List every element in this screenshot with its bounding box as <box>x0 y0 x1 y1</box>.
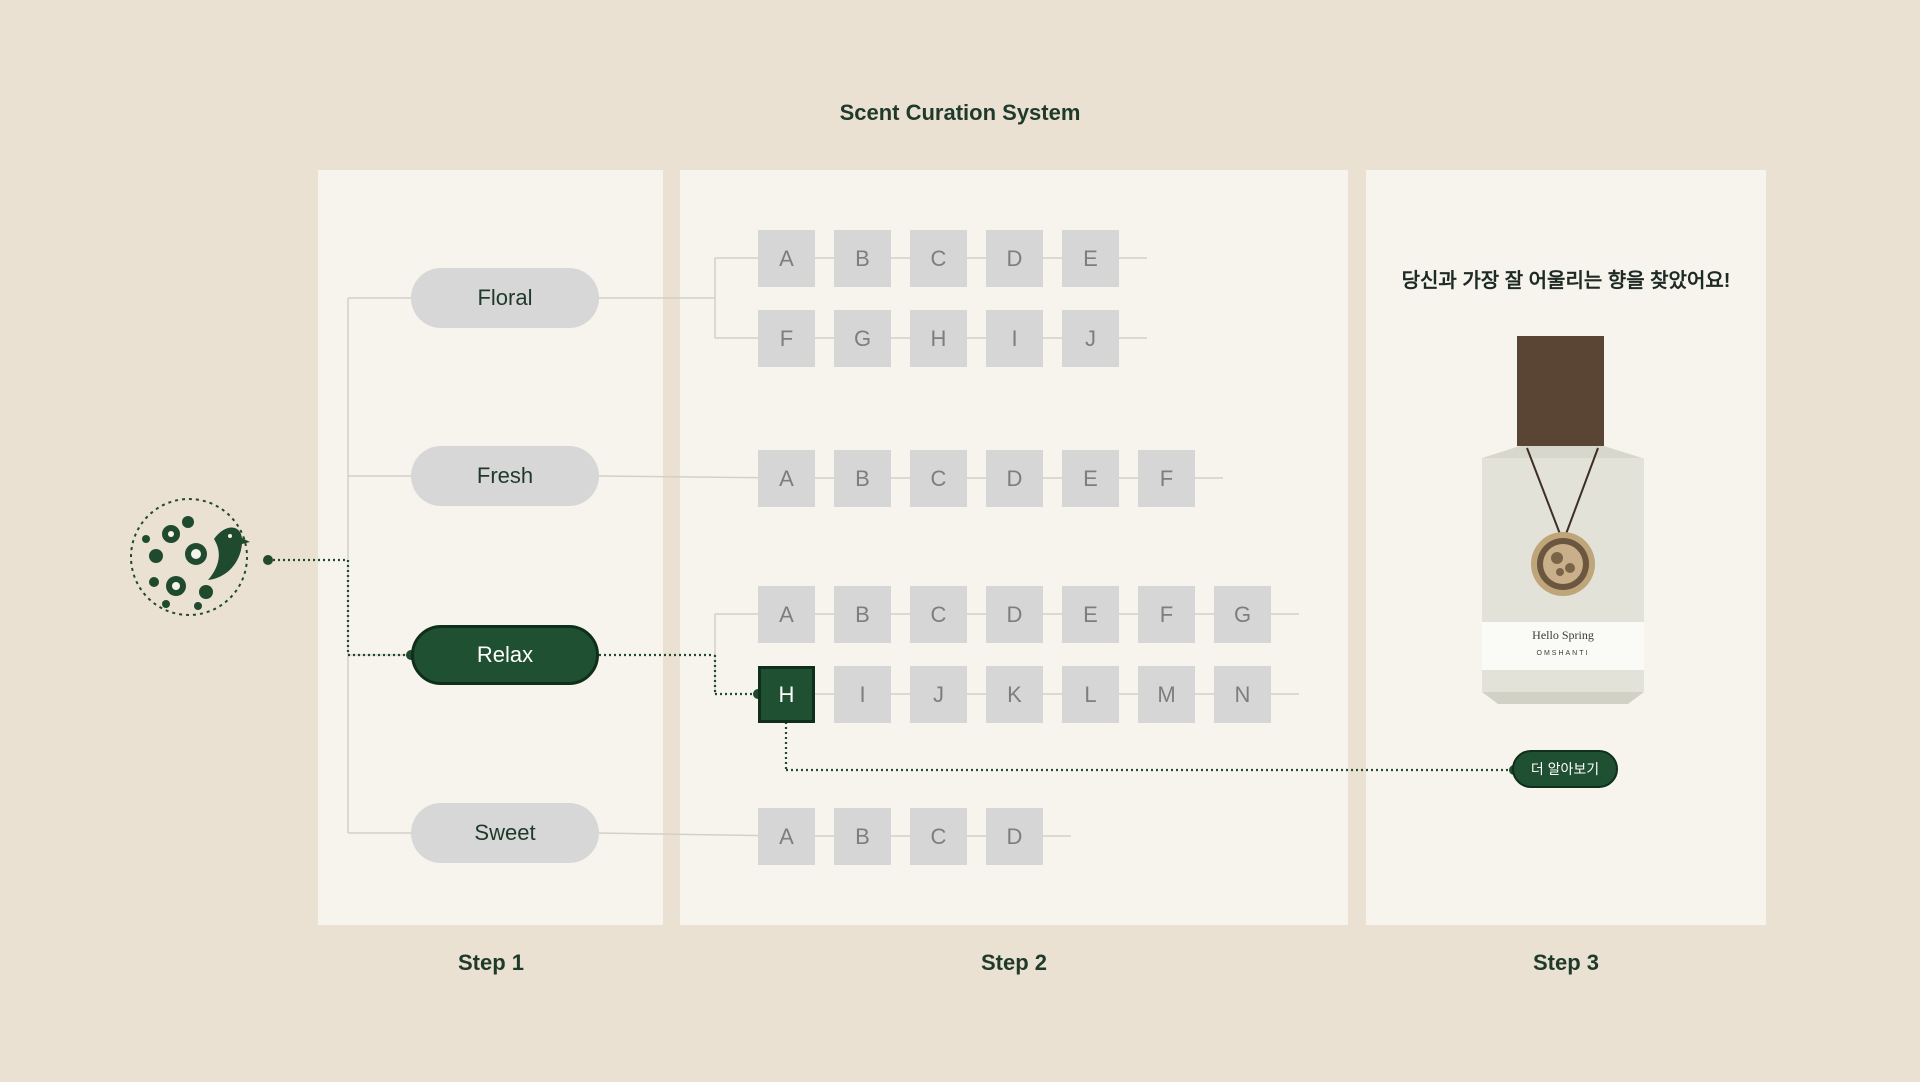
scent-option-relax-b[interactable]: B <box>834 586 891 643</box>
scent-option-fresh-f[interactable]: F <box>1138 450 1195 507</box>
scent-option-floral-i[interactable]: I <box>986 310 1043 367</box>
scent-option-fresh-a[interactable]: A <box>758 450 815 507</box>
scent-option-floral-b[interactable]: B <box>834 230 891 287</box>
scent-option-fresh-d[interactable]: D <box>986 450 1043 507</box>
scent-option-floral-h[interactable]: H <box>910 310 967 367</box>
scent-option-relax-f[interactable]: F <box>1138 586 1195 643</box>
scent-option-relax-i[interactable]: I <box>834 666 891 723</box>
category-pill-floral[interactable]: Floral <box>411 268 599 328</box>
scent-option-sweet-d[interactable]: D <box>986 808 1043 865</box>
category-pill-relax[interactable]: Relax <box>411 625 599 685</box>
scent-option-relax-n[interactable]: N <box>1214 666 1271 723</box>
scent-option-relax-j[interactable]: J <box>910 666 967 723</box>
category-pill-fresh[interactable]: Fresh <box>411 446 599 506</box>
scent-option-fresh-b[interactable]: B <box>834 450 891 507</box>
step2-label: Step 2 <box>980 950 1048 975</box>
scent-option-floral-g[interactable]: G <box>834 310 891 367</box>
scent-option-relax-h[interactable]: H <box>758 666 815 723</box>
step3-label: Step 3 <box>1532 950 1600 975</box>
scent-option-relax-d[interactable]: D <box>986 586 1043 643</box>
scent-option-sweet-a[interactable]: A <box>758 808 815 865</box>
scent-option-fresh-e[interactable]: E <box>1062 450 1119 507</box>
medallion-icon <box>1531 532 1595 596</box>
scent-option-sweet-c[interactable]: C <box>910 808 967 865</box>
result-heading: 당신과 가장 잘 어울리는 향을 찾았어요! <box>1401 270 1731 292</box>
scent-option-floral-d[interactable]: D <box>986 230 1043 287</box>
floral-bird-logo-icon <box>130 498 250 616</box>
scent-option-relax-m[interactable]: M <box>1138 666 1195 723</box>
step1-label: Step 1 <box>457 950 525 975</box>
scent-option-floral-c[interactable]: C <box>910 230 967 287</box>
connector-dot <box>263 555 273 565</box>
scent-option-relax-g[interactable]: G <box>1214 586 1271 643</box>
scent-option-sweet-b[interactable]: B <box>834 808 891 865</box>
scent-option-floral-a[interactable]: A <box>758 230 815 287</box>
scent-option-relax-e[interactable]: E <box>1062 586 1119 643</box>
learn-more-button[interactable]: 더 알아보기 <box>1512 750 1618 788</box>
scent-option-floral-f[interactable]: F <box>758 310 815 367</box>
scent-option-relax-l[interactable]: L <box>1062 666 1119 723</box>
brand-name: OMSHANTI <box>1536 650 1590 657</box>
scent-option-fresh-c[interactable]: C <box>910 450 967 507</box>
scent-option-floral-e[interactable]: E <box>1062 230 1119 287</box>
scent-option-relax-k[interactable]: K <box>986 666 1043 723</box>
scent-option-relax-c[interactable]: C <box>910 586 967 643</box>
category-pill-sweet[interactable]: Sweet <box>411 803 599 863</box>
scent-option-relax-a[interactable]: A <box>758 586 815 643</box>
scent-option-floral-j[interactable]: J <box>1062 310 1119 367</box>
product-name: Hello Spring <box>1532 628 1594 642</box>
